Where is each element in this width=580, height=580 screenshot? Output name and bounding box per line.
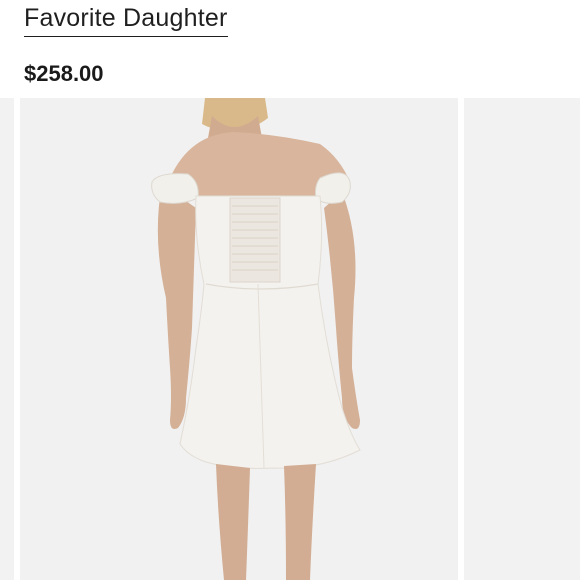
left-sleeve-shape <box>151 173 199 204</box>
carousel-previous-image-peek[interactable] <box>0 98 14 580</box>
carousel-next-image-peek[interactable] <box>464 98 580 580</box>
image-carousel[interactable] <box>0 98 580 580</box>
smocked-panel <box>229 197 281 283</box>
product-image-main[interactable] <box>20 98 458 580</box>
brand-link[interactable]: Favorite Daughter <box>24 2 228 37</box>
product-price: $258.00 <box>24 61 104 86</box>
product-page: Favorite Daughter $258.00 <box>0 0 580 580</box>
dress-photo <box>20 98 458 580</box>
